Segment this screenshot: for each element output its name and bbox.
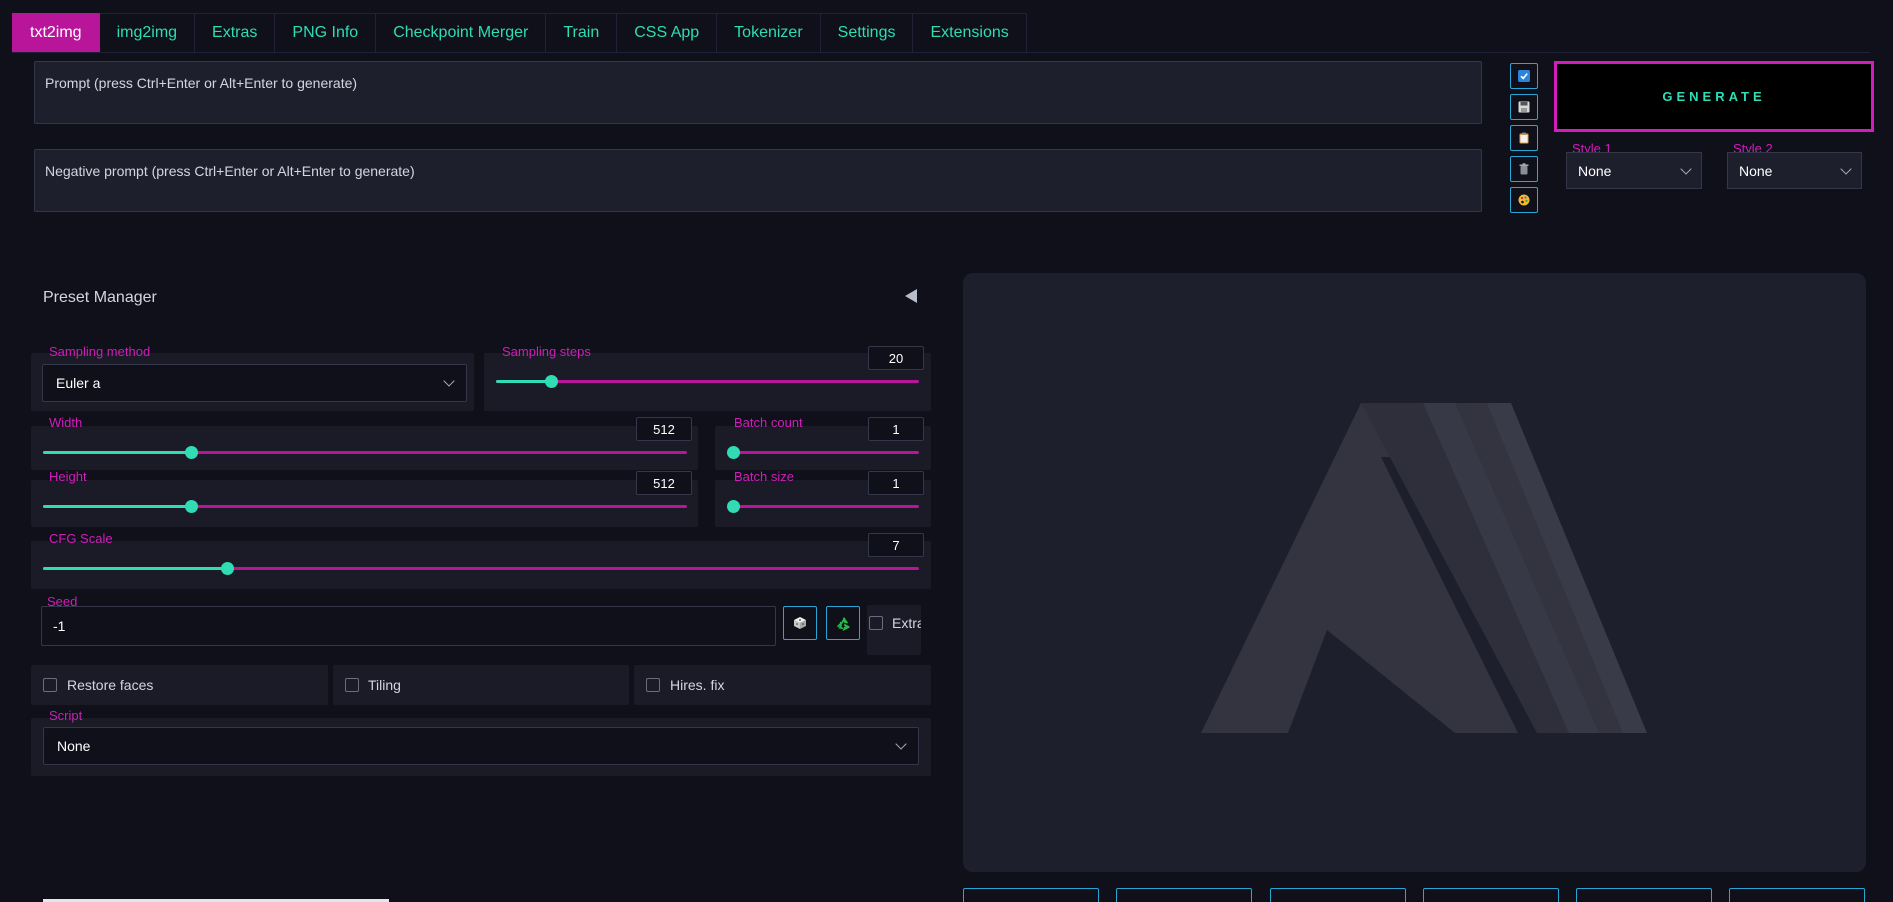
chevron-down-icon [1840, 162, 1852, 175]
preset-manager-title: Preset Manager [43, 289, 157, 306]
tiling-checkbox[interactable] [345, 678, 359, 692]
tab-bar: txt2img img2img Extras PNG Info Checkpoi… [12, 13, 1027, 53]
width-slider[interactable] [43, 446, 687, 459]
gallery-action-button[interactable] [1576, 888, 1712, 902]
cfg-scale-input[interactable]: 7 [868, 533, 924, 557]
palette-icon [1518, 194, 1530, 206]
extra-seed-checkbox[interactable] [869, 616, 883, 630]
paste-button[interactable] [1510, 125, 1538, 151]
tab-png-info[interactable]: PNG Info [275, 13, 377, 53]
slider-thumb[interactable] [727, 446, 740, 459]
sampling-steps-label: Sampling steps [502, 344, 591, 359]
style-1-dropdown[interactable]: None [1566, 152, 1702, 189]
dice-icon [794, 617, 806, 629]
tab-txt2img[interactable]: txt2img [12, 13, 100, 53]
sampling-method-value: Euler a [56, 375, 101, 391]
tab-img2img[interactable]: img2img [99, 13, 196, 53]
prompt-input[interactable]: Prompt (press Ctrl+Enter or Alt+Enter to… [34, 61, 1482, 124]
slider-fill [43, 451, 192, 454]
gallery-action-button[interactable] [1270, 888, 1406, 902]
trash-icon [1519, 163, 1529, 175]
slider-fill [43, 505, 192, 508]
batch-count-label: Batch count [734, 415, 803, 430]
cfg-scale-label: CFG Scale [49, 531, 113, 546]
slider-fill [496, 380, 551, 383]
restore-faces-label: Restore faces [67, 677, 154, 693]
batch-size-slider[interactable] [727, 500, 919, 513]
height-input[interactable]: 512 [636, 471, 692, 495]
clipboard-icon [1519, 132, 1529, 144]
save-icon [1518, 101, 1530, 113]
tab-divider [12, 52, 1870, 53]
apply-style-button[interactable] [1510, 63, 1538, 89]
tab-extras[interactable]: Extras [195, 13, 276, 53]
style-1-value: None [1578, 162, 1612, 179]
tab-checkpoint-merger[interactable]: Checkpoint Merger [376, 13, 547, 53]
random-seed-button[interactable] [783, 606, 817, 640]
batch-count-input[interactable]: 1 [868, 417, 924, 441]
output-gallery [963, 273, 1866, 872]
tab-train[interactable]: Train [546, 13, 618, 53]
script-dropdown[interactable]: None [43, 727, 919, 765]
width-input[interactable]: 512 [636, 417, 692, 441]
batch-size-label: Batch size [734, 469, 794, 484]
restore-faces-checkbox[interactable] [43, 678, 57, 692]
sampling-method-dropdown[interactable]: Euler a [42, 364, 467, 402]
reuse-seed-button[interactable] [826, 606, 860, 640]
tab-extensions[interactable]: Extensions [913, 13, 1027, 53]
gallery-action-button[interactable] [1116, 888, 1252, 902]
batch-size-input[interactable]: 1 [868, 471, 924, 495]
cfg-scale-panel [31, 541, 931, 589]
extra-networks-button[interactable] [1510, 187, 1538, 213]
save-style-button[interactable] [1510, 94, 1538, 120]
generate-button[interactable]: GENERATE [1554, 61, 1874, 132]
tab-css-app[interactable]: CSS App [617, 13, 718, 53]
width-label: Width [49, 415, 83, 430]
collapse-arrow-icon[interactable] [905, 289, 917, 303]
script-label: Script [49, 708, 83, 723]
sampling-method-label: Sampling method [49, 344, 151, 359]
height-label: Height [49, 469, 87, 484]
height-slider[interactable] [43, 500, 687, 513]
seed-value: -1 [53, 618, 66, 634]
slider-thumb[interactable] [544, 375, 558, 388]
chevron-down-icon [1680, 162, 1692, 175]
tiling-label: Tiling [368, 677, 401, 693]
clear-button[interactable] [1510, 156, 1538, 182]
hires-fix-checkbox[interactable] [646, 678, 660, 692]
recycle-icon [836, 616, 850, 631]
slider-thumb[interactable] [220, 562, 234, 575]
style-2-value: None [1739, 162, 1773, 179]
script-value: None [57, 738, 91, 754]
cfg-scale-slider[interactable] [43, 562, 919, 575]
style-2-dropdown[interactable]: None [1727, 152, 1862, 189]
width-panel [31, 426, 698, 470]
negative-prompt-placeholder: Negative prompt (press Ctrl+Enter or Alt… [45, 163, 415, 179]
tab-tokenizer[interactable]: Tokenizer [717, 13, 821, 53]
slider-fill [43, 567, 227, 570]
slider-thumb[interactable] [727, 500, 740, 513]
prompt-placeholder: Prompt (press Ctrl+Enter or Alt+Enter to… [45, 75, 358, 91]
hires-fix-label: Hires. fix [670, 677, 725, 693]
gallery-action-button[interactable] [1729, 888, 1865, 902]
check-icon [1518, 70, 1530, 82]
batch-count-slider[interactable] [727, 446, 919, 459]
height-panel [31, 480, 698, 527]
sampling-steps-slider[interactable] [496, 375, 919, 388]
gallery-action-button[interactable] [1423, 888, 1559, 902]
sampling-steps-input[interactable]: 20 [868, 346, 924, 370]
gallery-action-button[interactable] [963, 888, 1099, 902]
extra-seed-label: Extra [892, 615, 921, 631]
chevron-down-icon [895, 738, 907, 750]
chevron-down-icon [443, 375, 455, 387]
placeholder-logo-icon [1201, 403, 1647, 733]
seed-input[interactable]: -1 [41, 606, 776, 646]
negative-prompt-input[interactable]: Negative prompt (press Ctrl+Enter or Alt… [34, 149, 1482, 212]
tab-settings[interactable]: Settings [820, 13, 914, 53]
